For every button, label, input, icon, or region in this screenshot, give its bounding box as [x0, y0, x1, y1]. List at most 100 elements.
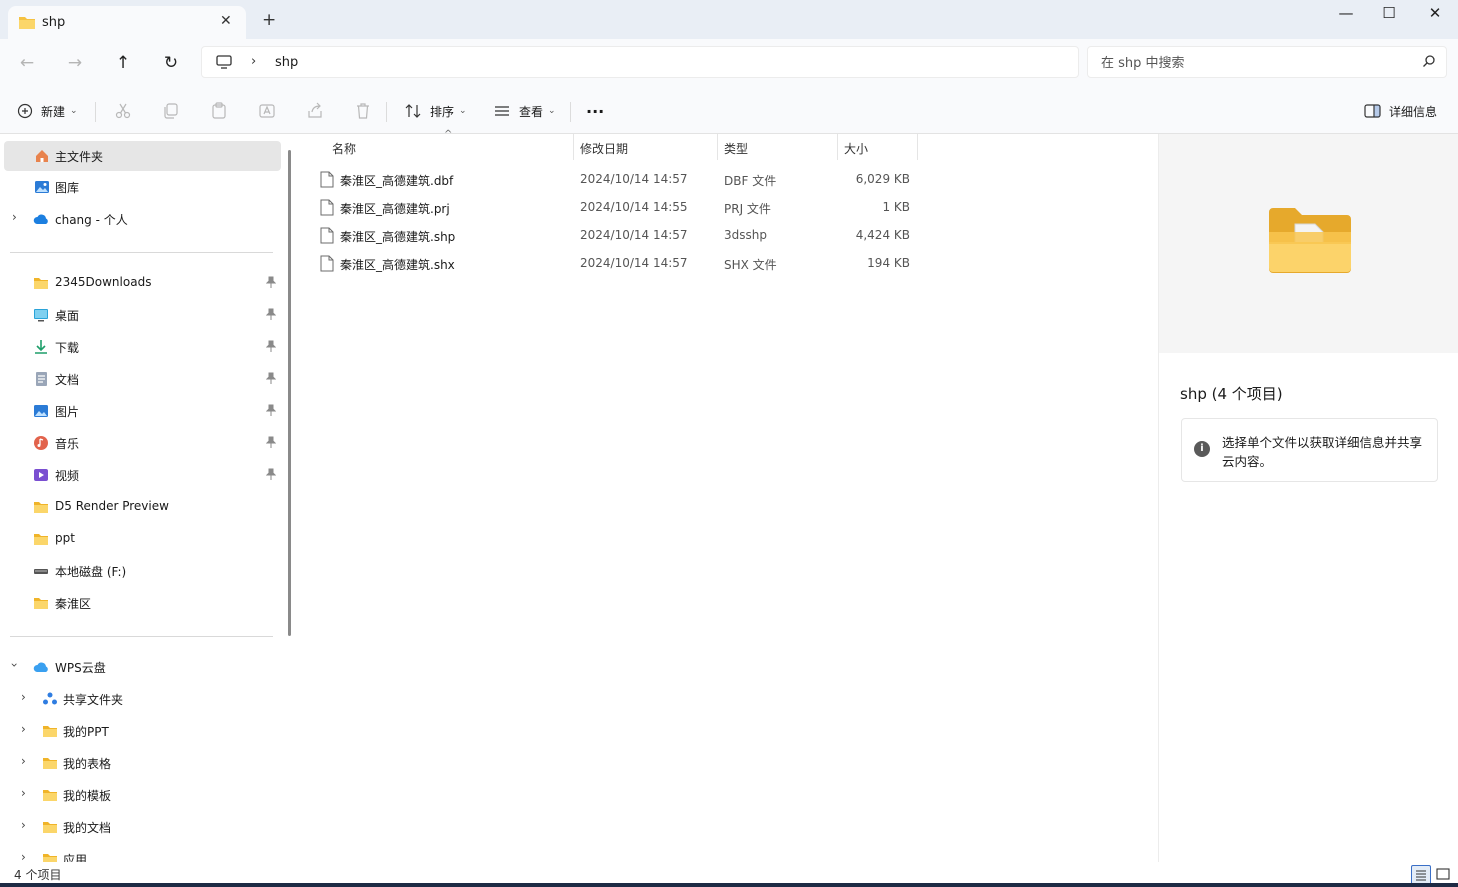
column-header-name[interactable]: 名称 — [332, 140, 356, 157]
sidebar-item-quick-access[interactable]: 视频 — [0, 460, 283, 490]
sidebar-item-quick-access[interactable]: 文档 — [0, 364, 283, 394]
folder-icon — [42, 787, 58, 803]
cut-icon[interactable] — [113, 101, 133, 121]
file-name: 秦淮区_高德建筑.shp — [340, 230, 456, 244]
pin-icon[interactable] — [265, 468, 277, 483]
chevron-right-icon[interactable]: › — [21, 818, 26, 832]
file-date: 2024/10/14 14:55 — [580, 200, 688, 214]
sidebar-item-label: D5 Render Preview — [55, 499, 169, 513]
file-date: 2024/10/14 14:57 — [580, 256, 688, 270]
sidebar-item-label: 桌面 — [55, 309, 80, 323]
details-pane-button[interactable]: 详细信息 — [1364, 100, 1437, 122]
sort-label: 排序 — [430, 104, 455, 119]
search-input[interactable] — [1101, 53, 1401, 73]
breadcrumb-shp[interactable]: shp — [275, 55, 298, 70]
file-icon — [320, 255, 334, 272]
column-header-date[interactable]: 修改日期 — [580, 140, 628, 157]
pin-icon[interactable] — [265, 372, 277, 387]
view-button[interactable]: 查看 ⌄ — [493, 100, 556, 122]
large-icons-view-toggle[interactable] — [1434, 865, 1454, 885]
pictures-icon — [33, 403, 49, 419]
chevron-right-icon[interactable]: › — [21, 754, 26, 768]
column-header-type[interactable]: 类型 — [724, 140, 748, 157]
sidebar-item-quick-access[interactable]: 图片 — [0, 396, 283, 426]
sidebar-item-wps[interactable]: › 我的模板 — [0, 780, 283, 810]
sidebar-scrollbar[interactable] — [288, 150, 291, 636]
sort-indicator-icon: ^ — [444, 129, 453, 140]
up-button[interactable]: ↑ — [110, 50, 136, 76]
column-divider[interactable] — [917, 134, 918, 160]
sidebar-item-quick-access[interactable]: 2345Downloads — [0, 268, 283, 298]
sidebar-item-quick-access[interactable]: D5 Render Preview — [0, 492, 283, 522]
chevron-right-icon[interactable]: › — [21, 786, 26, 800]
pin-icon[interactable] — [265, 276, 277, 291]
new-button[interactable]: 新建 ⌄ — [17, 100, 78, 122]
sidebar-item-label: WPS云盘 — [55, 661, 106, 675]
minimize-button[interactable]: — — [1331, 4, 1361, 24]
search-icon — [1423, 55, 1435, 67]
sidebar-item-label: 应用 — [63, 853, 88, 862]
sidebar-item-gallery[interactable]: 图库 — [0, 172, 283, 202]
file-type: 3dsshp — [724, 228, 767, 242]
new-tab-button[interactable]: + — [262, 10, 276, 30]
divider — [386, 102, 387, 122]
column-divider[interactable] — [717, 134, 718, 160]
sidebar-item-label: 2345Downloads — [55, 275, 152, 289]
sidebar-item-label: 主文件夹 — [55, 150, 104, 164]
sidebar-item-quick-access[interactable]: ppt — [0, 524, 283, 554]
pin-icon[interactable] — [265, 340, 277, 355]
sidebar-item-wps[interactable]: › 我的表格 — [0, 748, 283, 778]
sidebar-item-wps-cloud[interactable]: › WPS云盘 — [0, 652, 283, 682]
chevron-right-icon[interactable]: › — [21, 850, 26, 862]
sidebar-item-quick-access[interactable]: 秦淮区 — [0, 588, 283, 618]
sidebar-item-wps[interactable]: › 共享文件夹 — [0, 684, 283, 714]
share-icon[interactable] — [305, 101, 325, 121]
sidebar-item-onedrive[interactable]: › chang - 个人 — [0, 204, 283, 234]
copy-icon[interactable] — [161, 101, 181, 121]
details-view-toggle[interactable] — [1411, 865, 1431, 885]
column-divider[interactable] — [837, 134, 838, 160]
chevron-down-icon: ⌄ — [70, 106, 78, 116]
search-box[interactable] — [1087, 46, 1447, 78]
close-window-button[interactable]: ✕ — [1420, 4, 1450, 24]
chevron-down-icon: ⌄ — [548, 106, 556, 116]
rename-icon[interactable] — [257, 101, 277, 121]
file-row[interactable]: 秦淮区_高德建筑.shp 2024/10/14 14:57 3dsshp 4,424 … — [316, 221, 916, 249]
sidebar-item-quick-access[interactable]: 桌面 — [0, 300, 283, 330]
chevron-right-icon[interactable]: › — [21, 690, 26, 704]
refresh-button[interactable]: ↻ — [158, 50, 184, 76]
title-bar: shp ✕ + — ☐ ✕ — [0, 0, 1458, 39]
chevron-right-icon[interactable]: › — [12, 210, 17, 224]
file-row[interactable]: 秦淮区_高德建筑.dbf 2024/10/14 14:57 DBF 文件 6,029 … — [316, 165, 916, 193]
forward-button[interactable]: → — [62, 50, 88, 76]
sidebar-item-label: chang - 个人 — [55, 213, 128, 227]
pin-icon[interactable] — [265, 404, 277, 419]
tab-close-button[interactable]: ✕ — [220, 13, 232, 29]
back-button[interactable]: ← — [14, 50, 40, 76]
tab-shp[interactable]: shp ✕ — [8, 6, 246, 39]
column-divider[interactable] — [573, 134, 574, 160]
maximize-button[interactable]: ☐ — [1374, 4, 1404, 24]
sidebar-item-quick-access[interactable]: 音乐 — [0, 428, 283, 458]
more-options-button[interactable]: ··· — [586, 100, 604, 122]
paste-icon[interactable] — [209, 101, 229, 121]
file-row[interactable]: 秦淮区_高德建筑.shx 2024/10/14 14:57 SHX 文件 194 KB — [316, 249, 916, 277]
pin-icon[interactable] — [265, 308, 277, 323]
pin-icon[interactable] — [265, 436, 277, 451]
sidebar-item-home[interactable]: 主文件夹 — [4, 141, 281, 171]
chevron-down-icon[interactable]: › — [7, 663, 21, 668]
sidebar-item-quick-access[interactable]: 本地磁盘 (F:) — [0, 556, 283, 586]
new-label: 新建 — [41, 104, 66, 119]
chevron-right-icon[interactable]: › — [21, 722, 26, 736]
sort-button[interactable]: 排序 ⌄ — [404, 100, 467, 122]
file-row[interactable]: 秦淮区_高德建筑.prj 2024/10/14 14:55 PRJ 文件 1 KB — [316, 193, 916, 221]
sidebar-item-quick-access[interactable]: 下载 — [0, 332, 283, 362]
address-bar[interactable]: › shp — [201, 46, 1079, 78]
delete-icon[interactable] — [353, 101, 373, 121]
sidebar-item-wps[interactable]: › 应用 — [0, 844, 283, 862]
folder-icon — [33, 531, 49, 547]
column-header-size[interactable]: 大小 — [844, 140, 868, 157]
sidebar-item-wps[interactable]: › 我的PPT — [0, 716, 283, 746]
sidebar-item-label: 图片 — [55, 405, 80, 419]
sidebar-item-wps[interactable]: › 我的文档 — [0, 812, 283, 842]
